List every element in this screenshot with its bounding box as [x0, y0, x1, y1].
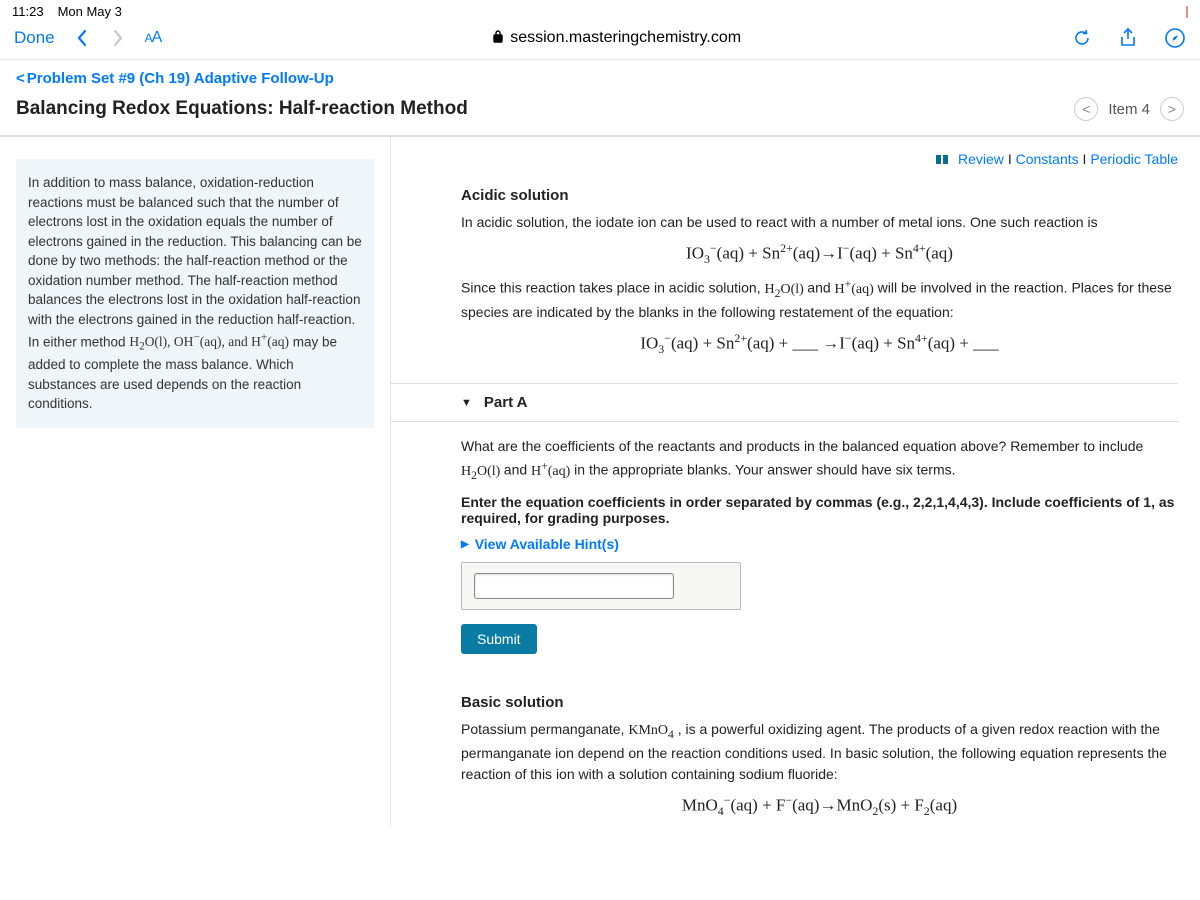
compass-icon[interactable]: [1164, 27, 1186, 49]
done-button[interactable]: Done: [14, 28, 55, 48]
basic-equation: MnO4−(aq) + F−(aq)→MnO2(s) + F2(aq): [461, 785, 1178, 827]
ipad-status-bar: 11:23 Mon May 3: [0, 0, 1200, 23]
share-button[interactable]: [1118, 27, 1138, 49]
basic-heading: Basic solution: [461, 684, 1178, 719]
breadcrumb-back[interactable]: < Problem Set #9 (Ch 19) Adaptive Follow…: [0, 60, 1200, 95]
item-navigator: < Item 4 >: [1074, 97, 1184, 121]
view-hints-link[interactable]: ▶ View Available Hint(s): [461, 526, 1178, 562]
part-a-header[interactable]: ▼ Part A: [391, 383, 1178, 422]
url-text: session.masteringchemistry.com: [510, 29, 741, 47]
next-item-button[interactable]: >: [1160, 97, 1184, 121]
back-button[interactable]: [73, 29, 91, 47]
review-link[interactable]: Review: [958, 151, 1004, 167]
status-indicators: [1186, 6, 1188, 18]
triangle-right-icon: ▶: [461, 539, 469, 550]
constants-link[interactable]: Constants: [1016, 151, 1079, 167]
acidic-p2: Since this reaction takes place in acidi…: [461, 275, 1178, 323]
periodic-table-link[interactable]: Periodic Table: [1090, 151, 1178, 167]
forward-button[interactable]: [109, 29, 127, 47]
basic-p1: Potassium permanganate, KMnO4 , is a pow…: [461, 719, 1178, 785]
review-icon: [936, 155, 950, 164]
acidic-equation-1: IO3−(aq) + Sn2+(aq)→I−(aq) + Sn4+(aq): [461, 233, 1178, 275]
intro-formula: H2O(l), OH−(aq), and H+(aq): [129, 334, 289, 349]
page-title: Balancing Redox Equations: Half-reaction…: [16, 98, 468, 120]
url-display[interactable]: session.masteringchemistry.com: [179, 29, 1054, 48]
acidic-p1: In acidic solution, the iodate ion can b…: [461, 212, 1178, 233]
prev-item-button[interactable]: <: [1074, 97, 1098, 121]
acidic-heading: Acidic solution: [461, 177, 1178, 212]
caret-down-icon: ▼: [461, 397, 472, 409]
lock-icon: [492, 29, 504, 48]
reload-button[interactable]: [1072, 28, 1092, 48]
part-a-instructions: Enter the equation coefficients in order…: [461, 484, 1178, 526]
status-date: Mon May 3: [58, 4, 122, 19]
submit-button[interactable]: Submit: [461, 624, 537, 654]
answer-input[interactable]: [474, 573, 674, 599]
intro-panel: In addition to mass balance, oxidation-r…: [16, 159, 374, 428]
acidic-equation-2: IO3−(aq) + Sn2+(aq) + ___ →I−(aq) + Sn4+…: [461, 323, 1178, 365]
status-time: 11:23: [12, 4, 44, 19]
browser-toolbar: Done AA session.masteringchemistry.com: [0, 23, 1200, 59]
text-size-button[interactable]: AA: [145, 29, 162, 47]
breadcrumb-label: Problem Set #9 (Ch 19) Adaptive Follow-U…: [27, 70, 334, 87]
part-a-label: Part A: [484, 394, 528, 411]
item-label: Item 4: [1108, 101, 1150, 118]
part-a-question: What are the coefficients of the reactan…: [461, 422, 1178, 484]
resource-links: Review I Constants I Periodic Table: [391, 151, 1178, 177]
chevron-left-icon: <: [16, 70, 25, 87]
answer-container: [461, 562, 741, 610]
